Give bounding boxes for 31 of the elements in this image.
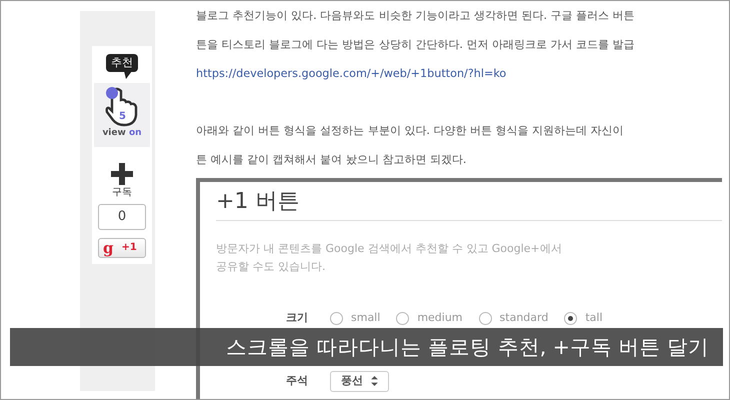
- description-text: 공유할 수도 있습니다.: [216, 260, 326, 273]
- text-line: 튼을 티스토리 블로그에 다는 방법은 상당히 간단하다. 먼저 아래링크로 가서 코드를 발급: [196, 38, 635, 51]
- bubble-tail-icon: [124, 71, 134, 80]
- description-text: 방문자가 내 콘텐츠를 Google 검색에서 추천할 수 있고 Google+에서: [216, 242, 562, 255]
- subscribe-label[interactable]: 구독: [112, 184, 132, 200]
- recommend-label[interactable]: 추천: [106, 54, 138, 72]
- radio-button[interactable]: [396, 312, 410, 324]
- radio-button[interactable]: [564, 312, 578, 324]
- size-label: 크기: [286, 311, 309, 325]
- annotation-label: 주석: [286, 373, 309, 389]
- plusone-count: 0: [98, 204, 146, 230]
- sort-arrows-icon: [371, 376, 378, 386]
- panel-title: +1 버튼: [216, 189, 300, 214]
- radio-label: small: [351, 311, 380, 325]
- view-on-label: view on: [102, 127, 142, 140]
- recommend-button[interactable]: 5 view on: [94, 83, 150, 147]
- annotation-select[interactable]: 풍선: [330, 371, 389, 392]
- plus-icon[interactable]: [111, 162, 133, 185]
- text-line: 아래와 같이 버튼 형식을 설정하는 부분이 있다. 다양한 버튼 형식을 지원하는데 자신이: [196, 124, 624, 137]
- text-line: 블로그 추천기능이 있다. 다음뷰와도 비슷한 기능이라고 생각하면 된다. 구글 플러스 버튼: [196, 9, 635, 22]
- post-title-caption: 스크롤을 따라다니는 플로팅 추천, +구독 버튼 달기: [10, 328, 723, 366]
- radio-label: medium: [417, 311, 463, 325]
- radio-label: tall: [585, 311, 602, 325]
- plusone-button[interactable]: g +1: [98, 238, 146, 258]
- radio-button[interactable]: [478, 312, 492, 324]
- radio-button[interactable]: [330, 312, 343, 324]
- hand-pointer-icon: [104, 87, 140, 128]
- url-link[interactable]: https://developers.google.com/+/web/+1button/?hl=ko: [196, 67, 506, 80]
- radio-label: standard: [500, 311, 548, 325]
- text-line: 튼 예시를 같이 캡쳐해서 붙여 놨으니 참고하면 되겠다.: [196, 153, 466, 166]
- recommend-count: 5: [119, 110, 126, 124]
